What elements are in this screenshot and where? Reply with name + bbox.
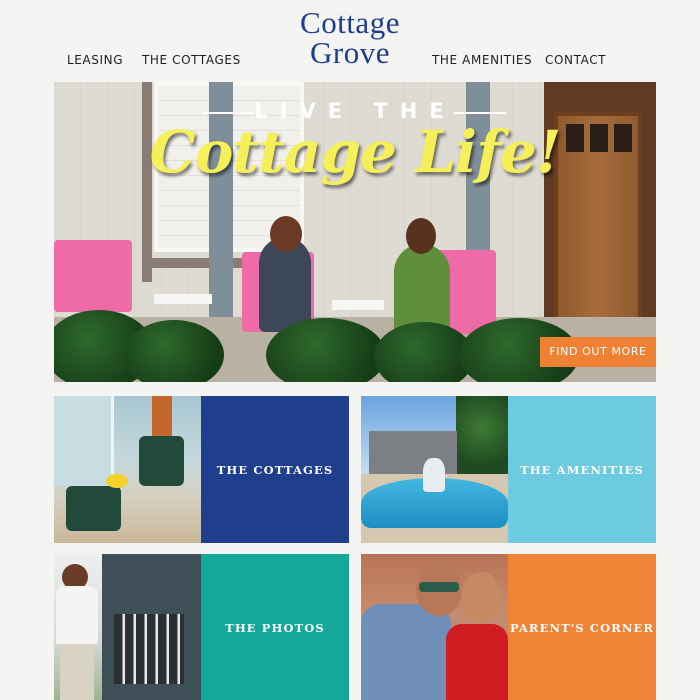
page: Cottage Grove LEASING THE COTTAGES THE A… [0,0,700,700]
tile-the-cottages[interactable]: THE COTTAGES [54,396,349,543]
logo-line-1: Cottage [300,5,400,40]
tile-parents-corner[interactable]: PARENT'S CORNER [361,554,656,700]
person-right [394,244,450,334]
sunglasses-icon [419,582,459,592]
photo-screen-porch [114,614,184,684]
photo-person-shirt [361,604,451,700]
nav-the-cottages[interactable]: THE COTTAGES [142,53,241,67]
shrub [124,320,224,382]
pink-chair [54,240,132,312]
tile-the-photos[interactable]: THE PHOTOS [54,554,349,700]
nav-leasing[interactable]: LEASING [67,53,123,67]
hero-banner: LIVE THE Cottage Life! FIND OUT MORE [54,82,656,382]
photo-chair [66,486,121,531]
hero-tagline: Cottage Life! [149,118,562,186]
nav-contact[interactable]: CONTACT [545,53,606,67]
parents-corner-photo [361,554,508,700]
photo-person-shirt [56,586,98,644]
cottages-photo [54,396,201,543]
nav-the-amenities[interactable]: THE AMENITIES [432,53,532,67]
photo-chair [139,436,184,486]
amenities-photo [361,396,508,543]
photos-panel[interactable]: THE PHOTOS [201,554,349,700]
photo-trees [456,396,508,476]
cottages-panel[interactable]: THE COTTAGES [201,396,349,543]
person-head [406,218,436,254]
amenities-panel[interactable]: THE AMENITIES [508,396,656,543]
side-table [154,294,212,304]
photo-person-shirt [446,624,508,700]
parents-corner-panel[interactable]: PARENT'S CORNER [508,554,656,700]
shrub [266,318,386,382]
tile-the-amenities[interactable]: THE AMENITIES [361,396,656,543]
photo-flowers [106,474,128,488]
photo-person-shorts [60,644,94,700]
side-table [332,300,384,310]
photo-person-head [461,572,501,622]
photo-wall [54,396,114,486]
find-out-more-button[interactable]: FIND OUT MORE [540,337,656,367]
photos-photo [54,554,201,700]
person-head [270,216,302,252]
photo-fountain [423,458,445,492]
